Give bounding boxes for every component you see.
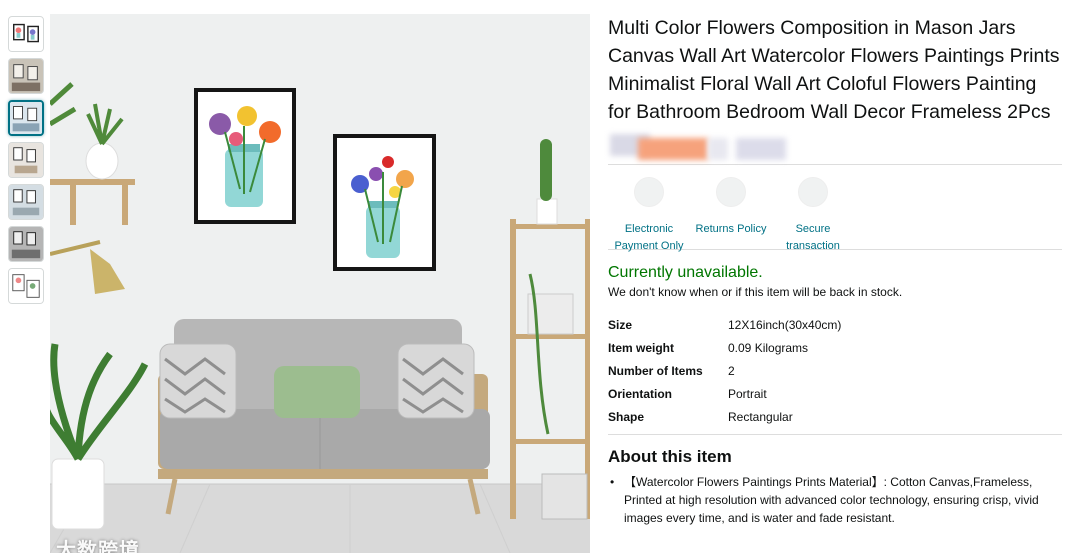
- spec-row: Size 12X16inch(30x40cm): [608, 313, 1062, 336]
- thumbnail-1[interactable]: [8, 16, 44, 52]
- trust-item-returns[interactable]: Returns Policy: [690, 177, 772, 249]
- availability-status: Currently unavailable.: [608, 264, 763, 281]
- watermark-text: 大数跨境: [56, 538, 140, 553]
- product-title: Multi Color Flowers Composition in Mason…: [608, 17, 1060, 123]
- spec-key: Item weight: [608, 340, 675, 355]
- product-details: Multi Color Flowers Composition in Mason…: [608, 14, 1062, 527]
- thumbnail-5[interactable]: [8, 184, 44, 220]
- trust-badges: Electronic Payment Only Returns Policy S…: [608, 177, 1062, 252]
- availability-note: We don't know when or if this item will …: [608, 285, 903, 299]
- spec-value: Rectangular: [728, 409, 793, 424]
- thumbnail-6[interactable]: [8, 226, 44, 262]
- spec-row: Number of Items 2: [608, 359, 1062, 382]
- spec-row: Item weight 0.09 Kilograms: [608, 336, 1062, 359]
- spec-key: Number of Items: [608, 363, 703, 378]
- payment-icon: [634, 177, 664, 207]
- thumbnail-strip: [8, 16, 48, 310]
- spec-value: 12X16inch(30x40cm): [728, 317, 842, 332]
- trust-item-secure[interactable]: Secure transaction: [772, 177, 854, 252]
- trust-label[interactable]: Returns Policy: [690, 221, 772, 238]
- specs-table: Size 12X16inch(30x40cm) Item weight 0.09…: [608, 313, 1062, 428]
- divider: [608, 434, 1062, 435]
- secure-icon: [798, 177, 828, 207]
- spec-value: Portrait: [728, 386, 767, 401]
- spec-value: 2: [728, 363, 735, 378]
- about-heading: About this item: [608, 447, 732, 466]
- returns-icon: [716, 177, 746, 207]
- thumbnail-7[interactable]: [8, 268, 44, 304]
- about-bullet: 【Watercolor Flowers Paintings Prints Mat…: [610, 473, 1062, 527]
- spec-key: Orientation: [608, 386, 673, 401]
- spec-row: Shape Rectangular: [608, 405, 1062, 428]
- trust-label[interactable]: Secure transaction: [772, 221, 854, 255]
- trust-item-payment[interactable]: Electronic Payment Only: [608, 177, 690, 252]
- main-product-image[interactable]: 大数跨境: [50, 14, 590, 553]
- spec-key: Shape: [608, 409, 645, 424]
- spec-key: Size: [608, 317, 633, 332]
- divider: [608, 164, 1062, 165]
- blurred-price: [608, 130, 1062, 164]
- thumbnail-4[interactable]: [8, 142, 44, 178]
- thumbnail-3[interactable]: [8, 100, 44, 136]
- trust-label[interactable]: Electronic Payment Only: [608, 221, 690, 255]
- about-bullets: 【Watercolor Flowers Paintings Prints Mat…: [608, 473, 1062, 527]
- spec-row: Orientation Portrait: [608, 382, 1062, 405]
- spec-value: 0.09 Kilograms: [728, 340, 809, 355]
- thumbnail-2[interactable]: [8, 58, 44, 94]
